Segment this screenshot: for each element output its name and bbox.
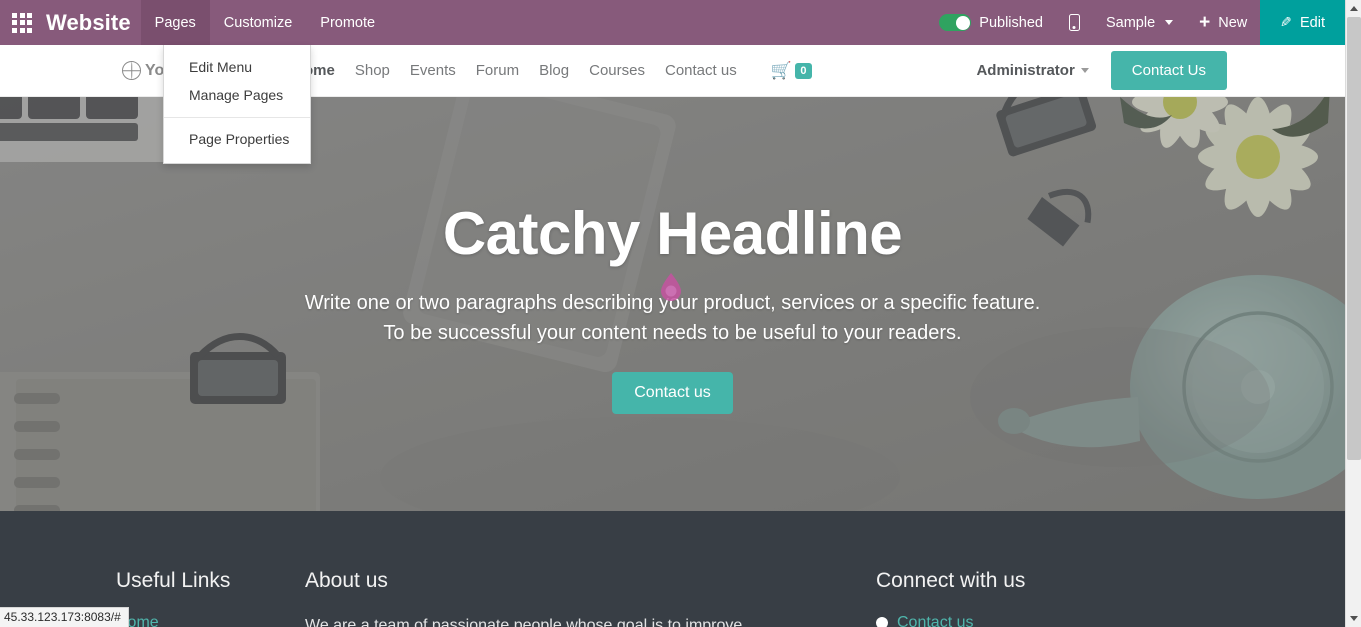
odoo-bar-right: Published Sample + New ✎ Edit — [926, 0, 1345, 45]
hero-subtitle-line-1: Write one or two paragraphs describing y… — [305, 289, 1041, 319]
plus-icon: + — [1199, 13, 1210, 32]
browser-viewport: Catchy Headline Write one or two paragra… — [0, 0, 1361, 627]
odoo-system-bar: Website Pages Customize Promote Publishe… — [0, 0, 1345, 45]
website-nav: Home Shop Events Forum Blog Courses Cont… — [283, 61, 812, 81]
dot-icon — [876, 617, 888, 627]
scrollbar-thumb[interactable] — [1347, 17, 1361, 460]
nav-link-events[interactable]: Events — [400, 62, 466, 79]
menu-promote[interactable]: Promote — [306, 0, 389, 45]
footer-text-about-us: We are a team of passionate people whose… — [305, 614, 742, 627]
cart-count-badge: 0 — [795, 63, 812, 79]
apps-grid-icon — [12, 13, 32, 33]
new-label: New — [1218, 15, 1247, 31]
shopping-cart-icon: 🛒 — [771, 61, 792, 81]
new-button[interactable]: + New — [1186, 0, 1260, 45]
hero-subtitle: Write one or two paragraphs describing y… — [305, 289, 1041, 348]
mobile-preview-button[interactable] — [1056, 0, 1093, 45]
nav-link-shop[interactable]: Shop — [345, 62, 400, 79]
cart-button[interactable]: 🛒 0 — [771, 61, 812, 81]
header-contact-us-button[interactable]: Contact Us — [1111, 51, 1227, 90]
hero-subtitle-line-2: To be successful your content needs to b… — [305, 319, 1041, 349]
apps-menu-button[interactable] — [0, 0, 44, 45]
hero-contact-us-button[interactable]: Contact us — [612, 372, 732, 414]
site-footer: Useful Links Home About us We are a team… — [0, 511, 1345, 627]
user-menu-label: Administrator — [976, 62, 1074, 79]
nav-link-courses[interactable]: Courses — [579, 62, 655, 79]
dropdown-item-edit-menu[interactable]: Edit Menu — [164, 53, 310, 81]
edit-label: Edit — [1300, 15, 1325, 31]
edit-button[interactable]: ✎ Edit — [1260, 0, 1345, 45]
app-title: Website — [44, 0, 141, 45]
published-label: Published — [979, 15, 1043, 31]
footer-column-about-us: About us We are a team of passionate peo… — [305, 569, 742, 627]
website-header-right: Administrator Contact Us — [976, 51, 1345, 90]
footer-columns: Useful Links Home About us We are a team… — [0, 511, 1345, 573]
scroll-up-button[interactable] — [1346, 0, 1361, 17]
chevron-down-icon — [1081, 68, 1089, 73]
odoo-menu-items: Pages Customize Promote — [141, 0, 389, 45]
globe-icon — [122, 61, 141, 80]
footer-heading-about-us: About us — [305, 569, 742, 593]
nav-link-blog[interactable]: Blog — [529, 62, 579, 79]
browser-status-bar: 45.33.123.173:8083/# — [0, 607, 129, 627]
footer-contact-row: Contact us — [876, 614, 1025, 627]
menu-pages[interactable]: Pages — [141, 0, 210, 45]
hero-title: Catchy Headline — [443, 201, 902, 267]
user-menu-administrator[interactable]: Administrator — [976, 62, 1088, 79]
footer-link-contact-us[interactable]: Contact us — [897, 614, 973, 627]
chevron-down-icon — [1350, 616, 1358, 621]
mobile-icon — [1069, 14, 1080, 31]
pencil-icon: ✎ — [1280, 14, 1292, 31]
chevron-up-icon — [1350, 6, 1358, 11]
footer-column-useful-links: Useful Links Home — [116, 569, 230, 627]
pages-dropdown-menu: Edit Menu Manage Pages Page Properties — [163, 45, 311, 164]
nav-link-forum[interactable]: Forum — [466, 62, 529, 79]
database-label: Sample — [1106, 15, 1155, 31]
footer-column-connect: Connect with us Contact us — [876, 569, 1025, 627]
chevron-down-icon — [1165, 20, 1173, 25]
dropdown-item-manage-pages[interactable]: Manage Pages — [164, 81, 310, 109]
scroll-down-button[interactable] — [1346, 610, 1361, 627]
dropdown-item-page-properties[interactable]: Page Properties — [164, 125, 310, 153]
toggle-switch-icon — [939, 14, 971, 31]
footer-heading-connect-with-us: Connect with us — [876, 569, 1025, 593]
nav-link-contact-us[interactable]: Contact us — [655, 62, 747, 79]
published-toggle[interactable]: Published — [926, 0, 1056, 45]
vertical-scrollbar[interactable] — [1345, 0, 1361, 627]
menu-customize[interactable]: Customize — [210, 0, 307, 45]
database-menu[interactable]: Sample — [1093, 0, 1186, 45]
dropdown-separator — [164, 117, 310, 118]
footer-heading-useful-links: Useful Links — [116, 569, 230, 593]
